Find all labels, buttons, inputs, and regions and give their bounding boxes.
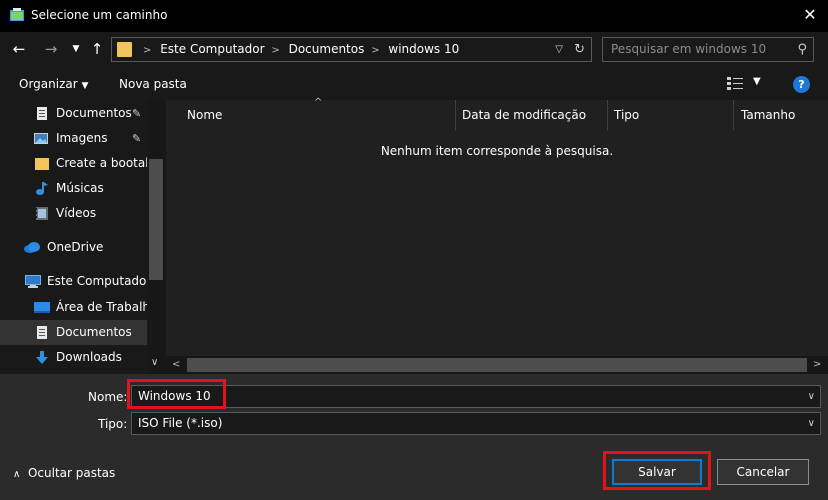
address-dropdown-icon[interactable]: ▽: [555, 38, 563, 61]
folder-icon: [117, 42, 132, 57]
refresh-icon[interactable]: ↻: [574, 38, 585, 61]
nav-item-este-computador[interactable]: Este Computador: [0, 269, 147, 294]
nav-item-musicas[interactable]: Músicas: [0, 176, 147, 201]
sort-ascending-icon: ^: [314, 97, 323, 108]
nav-item-create-a-bootable[interactable]: Create a bootabl: [0, 151, 147, 176]
highlight-box-name: [127, 379, 226, 409]
hide-folders-button[interactable]: ∧ Ocultar pastas: [13, 466, 115, 480]
music-icon: [36, 182, 48, 195]
column-header-name[interactable]: Nome: [187, 100, 222, 130]
scroll-down-icon[interactable]: ∨: [151, 357, 158, 368]
cancel-button[interactable]: Cancelar: [717, 459, 809, 485]
empty-message: Nenhum item corresponde à pesquisa.: [380, 144, 614, 158]
onedrive-icon: [24, 242, 40, 253]
nav-scrollbar[interactable]: [148, 100, 166, 374]
nav-item-imagens[interactable]: Imagens ✎: [0, 126, 147, 151]
search-icon: ⚲: [797, 42, 807, 57]
documents-icon: [37, 326, 47, 339]
file-type-value: ISO File (*.iso): [138, 416, 223, 430]
navigation-bar: ← → ▼ ↑ > Este Computador > Documentos >…: [0, 32, 828, 68]
horizontal-scrollbar[interactable]: < >: [166, 356, 828, 374]
chevron-down-icon: ▼: [72, 44, 80, 54]
column-header-type[interactable]: Tipo: [614, 100, 639, 130]
organize-menu[interactable]: Organizar ▼: [19, 77, 88, 91]
scroll-right-icon[interactable]: >: [813, 356, 821, 374]
pictures-icon: [34, 133, 48, 144]
file-list: ^ Nome Data de modificação Tipo Tamanho …: [166, 97, 828, 374]
videos-icon: [36, 207, 48, 220]
nav-scrollbar-thumb[interactable]: [149, 159, 163, 280]
chevron-up-icon: ∧: [13, 469, 21, 480]
chevron-right-icon: >: [371, 45, 380, 56]
forward-button[interactable]: →: [41, 38, 61, 60]
help-icon[interactable]: ?: [793, 76, 810, 93]
pin-icon[interactable]: ✎: [132, 126, 141, 151]
breadcrumb: > Este Computador > Documentos > windows…: [140, 38, 459, 61]
arrow-up-icon: ↑: [90, 40, 104, 58]
command-bar: Organizar ▼ Nova pasta ▼ ?: [0, 68, 828, 100]
back-button[interactable]: ←: [9, 38, 29, 60]
breadcrumb-este-computador[interactable]: Este Computador: [160, 42, 264, 56]
chevron-right-icon: >: [271, 45, 280, 56]
up-button[interactable]: ↑: [87, 38, 107, 60]
chevron-down-icon: ▼: [81, 81, 89, 91]
chevron-down-icon[interactable]: ∨: [808, 386, 815, 407]
title-bar: Selecione um caminho ✕: [0, 0, 828, 32]
breadcrumb-windows-10[interactable]: windows 10: [388, 42, 459, 56]
horizontal-scrollbar-thumb[interactable]: [187, 358, 807, 372]
file-name-input[interactable]: Windows 10 ∨: [131, 385, 821, 408]
column-divider[interactable]: [455, 100, 456, 130]
downloads-icon: [36, 351, 48, 364]
view-dropdown-icon[interactable]: ▼: [753, 76, 761, 87]
nav-item-videos[interactable]: Vídeos: [0, 201, 147, 226]
save-form: Nome: Windows 10 ∨ Tipo: ISO File (*.iso…: [0, 374, 828, 500]
chevron-right-icon: >: [143, 45, 152, 56]
nav-item-documentos-selected[interactable]: Documentos: [0, 320, 147, 345]
desktop-icon: [34, 302, 50, 313]
highlight-box-save: [603, 451, 711, 490]
scroll-left-icon[interactable]: <: [172, 356, 180, 374]
computer-icon: [25, 275, 41, 288]
folder-icon: [35, 158, 49, 170]
nav-item-documentos[interactable]: Documentos ✎: [0, 101, 147, 126]
column-header-date[interactable]: Data de modificação: [462, 100, 586, 130]
window-title: Selecione um caminho: [31, 8, 168, 22]
column-divider[interactable]: [733, 100, 734, 130]
pin-icon[interactable]: ✎: [132, 101, 141, 126]
nav-item-area-de-trabalho[interactable]: Área de Trabalho: [0, 295, 147, 320]
navigation-pane: Documentos ✎ Imagens ✎ Create a bootabl …: [0, 100, 166, 374]
file-type-select[interactable]: ISO File (*.iso) ∨: [131, 412, 821, 435]
column-divider[interactable]: [607, 100, 608, 130]
nav-item-onedrive[interactable]: OneDrive: [0, 235, 147, 260]
arrow-right-icon: →: [44, 40, 58, 58]
documents-icon: [37, 107, 47, 120]
new-folder-button[interactable]: Nova pasta: [119, 77, 187, 91]
close-icon: ✕: [803, 5, 817, 24]
nav-item-downloads[interactable]: Downloads: [0, 345, 147, 370]
close-button[interactable]: ✕: [798, 3, 822, 27]
view-options-icon[interactable]: [727, 77, 747, 91]
breadcrumb-documentos[interactable]: Documentos: [289, 42, 365, 56]
search-input[interactable]: Pesquisar em windows 10: [611, 38, 766, 61]
column-header-size[interactable]: Tamanho: [741, 100, 795, 130]
recent-locations-button[interactable]: ▼: [66, 38, 86, 60]
address-bar[interactable]: > Este Computador > Documentos > windows…: [111, 37, 592, 62]
chevron-down-icon[interactable]: ∨: [808, 413, 815, 434]
search-box[interactable]: Pesquisar em windows 10 ⚲: [602, 37, 814, 62]
app-icon: [10, 8, 24, 21]
name-label: Nome:: [88, 390, 128, 404]
arrow-left-icon: ←: [12, 40, 26, 58]
type-label: Tipo:: [98, 417, 128, 431]
